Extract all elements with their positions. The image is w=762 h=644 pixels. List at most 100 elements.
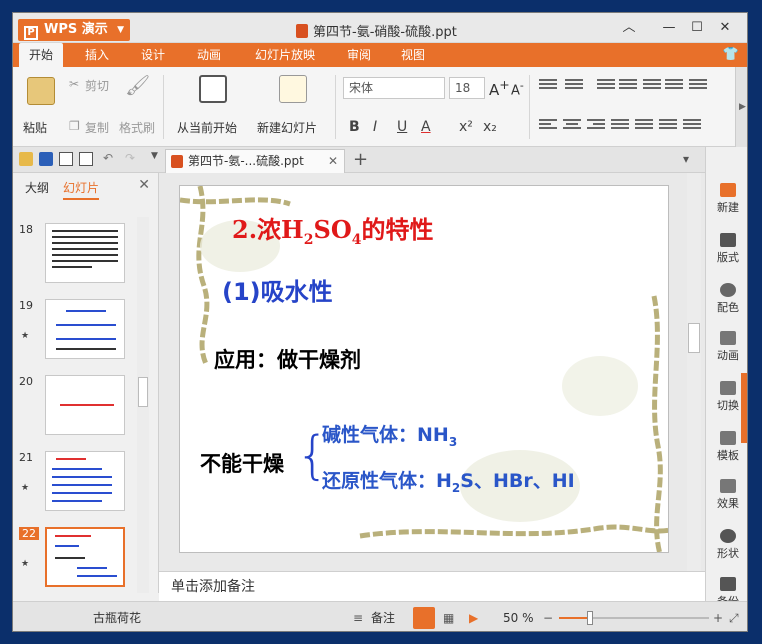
new-slide-icon[interactable] <box>279 75 307 103</box>
tab-slides[interactable]: 幻灯片 <box>63 179 100 200</box>
zoom-slider[interactable] <box>559 611 709 625</box>
italic-icon[interactable]: I <box>373 119 377 135</box>
copy-button[interactable]: 复制 <box>85 119 109 136</box>
print-preview-icon[interactable] <box>79 152 93 166</box>
notes-placeholder[interactable]: 单击添加备注 <box>159 571 705 601</box>
thumbnail-scrollbar[interactable] <box>137 217 149 593</box>
panel-layout[interactable]: 版式 <box>706 233 747 265</box>
copy-icon[interactable]: ❐ <box>69 119 80 133</box>
font-size-select[interactable]: 18 <box>449 77 485 99</box>
effect-icon <box>720 479 736 493</box>
customize-chevron-icon[interactable]: ▼ <box>151 151 158 161</box>
redo-icon[interactable]: ↷ <box>125 151 135 165</box>
animation-star-icon: ★ <box>21 331 30 341</box>
superscript-icon[interactable]: x² <box>459 119 473 135</box>
from-current-button[interactable]: 从当前开始 <box>177 119 237 136</box>
undo-icon[interactable]: ↶ <box>103 151 113 165</box>
slideshow-icon[interactable]: ▶ <box>469 602 478 631</box>
font-shrink-icon[interactable]: A- <box>511 79 524 98</box>
zoom-out-icon[interactable]: − <box>543 602 553 631</box>
save-icon[interactable] <box>39 152 53 166</box>
slide-thumbnail-21[interactable] <box>45 451 125 511</box>
notes-toggle[interactable]: 备注 <box>371 602 395 631</box>
text-box-icon[interactable] <box>689 79 707 93</box>
format-painter-button[interactable]: 格式刷 <box>119 119 155 136</box>
tab-insert[interactable]: 插入 <box>77 43 117 67</box>
new-slide-button[interactable]: 新建幻灯片 <box>257 119 317 136</box>
underline-icon[interactable]: U <box>397 119 407 135</box>
align-right-icon[interactable] <box>587 119 605 133</box>
open-folder-icon[interactable] <box>19 152 33 166</box>
close-button[interactable]: ✕ <box>713 18 737 38</box>
thumbnail-number: 22 <box>19 527 39 540</box>
font-grow-icon[interactable]: A+ <box>489 77 510 99</box>
panel-effect[interactable]: 效果 <box>706 479 747 511</box>
slide-thumbnail-20[interactable] <box>45 375 125 435</box>
font-color-icon[interactable]: A <box>421 119 431 135</box>
slide-thumbnail-22[interactable] <box>45 527 125 587</box>
numbered-list-icon[interactable] <box>565 79 583 93</box>
format-painter-icon[interactable]: 🖌 <box>125 73 150 97</box>
subscript-icon[interactable]: x₂ <box>483 119 497 135</box>
increase-indent-icon[interactable] <box>619 79 637 93</box>
justify-icon[interactable] <box>611 119 629 133</box>
align-center-icon[interactable] <box>563 119 581 133</box>
fit-window-icon[interactable]: ⤢ <box>729 602 739 631</box>
print-icon[interactable] <box>59 152 73 166</box>
panel-shape[interactable]: 形状 <box>706 529 747 561</box>
thumbnail-number: 21 <box>19 451 33 464</box>
cut-button[interactable]: 剪切 <box>85 77 109 94</box>
minimize-button[interactable]: — <box>657 18 681 38</box>
separator <box>163 75 164 139</box>
columns-icon[interactable] <box>665 79 683 93</box>
basic-gas-text: 碱性气体：NH3 <box>322 424 458 449</box>
panel-color[interactable]: 配色 <box>706 283 747 315</box>
normal-view-icon[interactable] <box>413 607 435 629</box>
font-name-select[interactable]: 宋体 <box>343 77 445 99</box>
zoom-in-icon[interactable]: + <box>713 602 723 631</box>
paste-icon[interactable] <box>27 77 55 105</box>
tab-review[interactable]: 审阅 <box>339 43 379 67</box>
notes-icon[interactable]: ≡ <box>353 602 363 631</box>
align-left-icon[interactable] <box>539 119 557 133</box>
tab-slideshow[interactable]: 幻灯片放映 <box>249 43 321 67</box>
animation-icon <box>720 331 736 345</box>
panel-animation[interactable]: 动画 <box>706 331 747 363</box>
panel-new[interactable]: 新建 <box>706 183 747 215</box>
document-tab[interactable]: 第四节-氨-...硫酸.ppt ✕ <box>165 149 345 173</box>
maximize-button[interactable]: ☐ <box>685 18 709 38</box>
bold-icon[interactable]: B <box>349 119 360 135</box>
tab-list-icon[interactable]: ▾ <box>683 152 689 166</box>
theme-name: 古瓶荷花 <box>93 611 142 625</box>
animation-star-icon: ★ <box>21 483 30 493</box>
decrease-indent-icon[interactable] <box>597 79 615 93</box>
tab-home[interactable]: 开始 <box>19 43 63 67</box>
distribute-icon[interactable] <box>635 119 653 133</box>
slide[interactable]: 2.浓H2SO4的特性 (1)吸水性 应用：做干燥剂 不能干燥 { 碱性气体：N… <box>179 185 669 553</box>
close-tab-icon[interactable]: ✕ <box>328 150 338 172</box>
text-direction-icon[interactable] <box>643 79 661 93</box>
slide-thumbnail-19[interactable] <box>45 299 125 359</box>
thumbnail-number: 20 <box>19 375 33 388</box>
tab-design[interactable]: 设计 <box>133 43 173 67</box>
tab-outline[interactable]: 大纲 <box>25 179 49 196</box>
bullet-list-icon[interactable] <box>539 79 557 93</box>
paragraph-spacing-icon[interactable] <box>683 119 701 133</box>
line-spacing-icon[interactable] <box>659 119 677 133</box>
transition-icon <box>720 381 736 395</box>
panel-collapse-handle[interactable] <box>741 373 747 443</box>
tab-view[interactable]: 视图 <box>393 43 433 67</box>
skin-shirt-icon[interactable]: 👕 <box>723 47 739 62</box>
collapse-ribbon-button[interactable]: ︿ <box>617 18 641 38</box>
canvas-scrollbar[interactable] <box>687 173 701 571</box>
close-panel-icon[interactable]: ✕ <box>138 177 150 193</box>
wps-menu-button[interactable]: P WPS 演示 ▼ <box>18 19 130 41</box>
tab-animation[interactable]: 动画 <box>189 43 229 67</box>
ribbon-scroll-right[interactable]: ▶ <box>735 67 747 147</box>
slide-sorter-icon[interactable]: ▦ <box>443 602 454 631</box>
cut-icon[interactable]: ✂ <box>69 77 79 91</box>
paste-button[interactable]: 粘贴 <box>23 119 47 136</box>
new-tab-button[interactable]: + <box>353 149 368 170</box>
play-from-current-icon[interactable] <box>199 75 227 103</box>
slide-thumbnail-18[interactable] <box>45 223 125 283</box>
